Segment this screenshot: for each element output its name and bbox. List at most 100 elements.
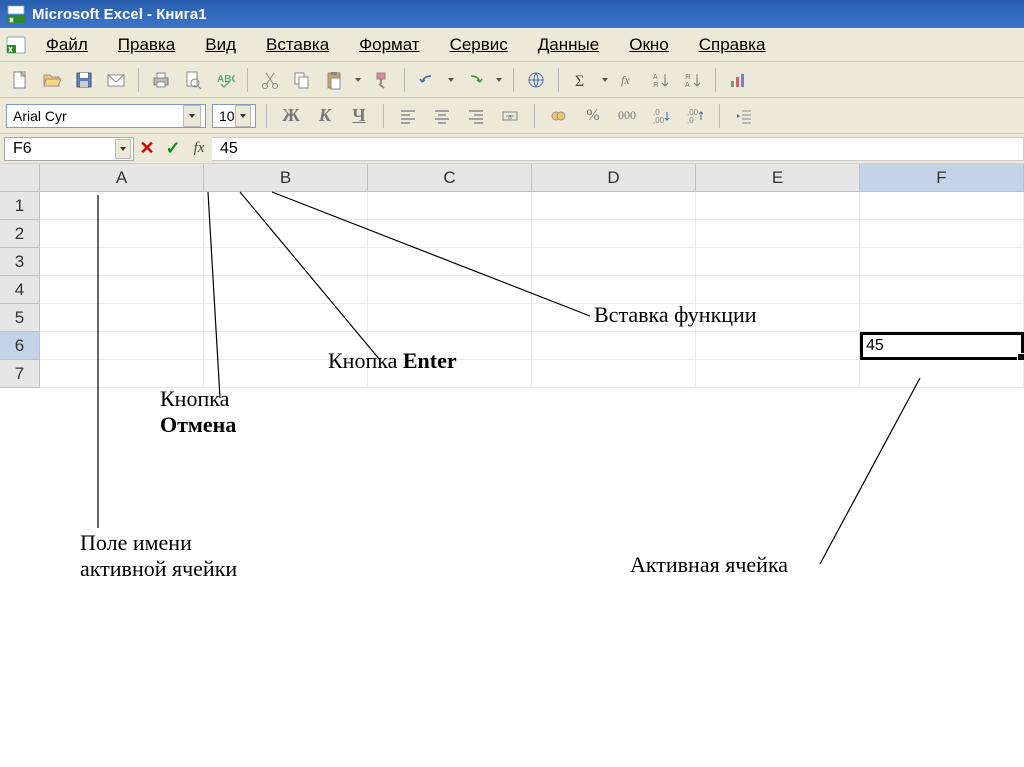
name-box[interactable]: F6 [4,137,134,161]
preview-button[interactable] [179,66,207,94]
menu-file[interactable]: Файл [36,31,98,59]
cell[interactable] [368,192,532,220]
menu-tools[interactable]: Сервис [440,31,518,59]
cell[interactable] [40,276,204,304]
font-select[interactable]: Arial Cyr [6,104,206,128]
menu-format[interactable]: Формат [349,31,429,59]
cell[interactable] [696,332,860,360]
autosum-button[interactable]: Σ [567,66,595,94]
cell[interactable] [532,332,696,360]
cell[interactable] [40,192,204,220]
row-header[interactable]: 4 [0,276,40,304]
paste-button[interactable] [320,66,348,94]
cell[interactable] [532,192,696,220]
cell[interactable] [532,360,696,388]
row-header[interactable]: 7 [0,360,40,388]
format-painter-button[interactable] [368,66,396,94]
paste-dropdown[interactable] [352,66,364,94]
cell[interactable] [532,220,696,248]
cut-button[interactable] [256,66,284,94]
cell[interactable] [40,248,204,276]
new-button[interactable] [6,66,34,94]
column-header[interactable]: D [532,164,696,192]
save-button[interactable] [70,66,98,94]
cell[interactable] [860,360,1024,388]
cell[interactable] [368,276,532,304]
cell[interactable] [696,248,860,276]
cell-active[interactable]: 45 [860,332,1024,360]
menu-edit[interactable]: Правка [108,31,185,59]
copy-button[interactable] [288,66,316,94]
cell[interactable] [696,220,860,248]
underline-button[interactable]: Ч [345,102,373,130]
undo-dropdown[interactable] [445,66,457,94]
cell[interactable] [368,220,532,248]
chart-button[interactable] [724,66,752,94]
insert-function-button[interactable]: fx [186,137,212,161]
increase-decimal-button[interactable]: ,0,00 [647,102,675,130]
decrease-decimal-button[interactable]: ,00,0 [681,102,709,130]
enter-button[interactable]: ✓ [160,137,186,161]
cell[interactable] [860,220,1024,248]
email-button[interactable] [102,66,130,94]
cell[interactable] [696,276,860,304]
undo-button[interactable] [413,66,441,94]
column-header[interactable]: C [368,164,532,192]
align-center-button[interactable] [428,102,456,130]
italic-button[interactable]: К [311,102,339,130]
column-header-active[interactable]: F [860,164,1024,192]
menu-insert[interactable]: Вставка [256,31,339,59]
sort-asc-button[interactable]: АЯ [647,66,675,94]
cell[interactable] [860,276,1024,304]
menu-help[interactable]: Справка [689,31,776,59]
column-header[interactable]: B [204,164,368,192]
menu-view[interactable]: Вид [195,31,246,59]
percent-button[interactable]: % [579,102,607,130]
menu-window[interactable]: Окно [619,31,679,59]
cancel-button[interactable]: ✕ [134,137,160,161]
cell[interactable] [204,276,368,304]
currency-button[interactable] [545,102,573,130]
row-header[interactable]: 3 [0,248,40,276]
cell[interactable] [204,192,368,220]
cell[interactable] [40,360,204,388]
thousands-button[interactable]: 000 [613,102,641,130]
align-right-button[interactable] [462,102,490,130]
open-button[interactable] [38,66,66,94]
bold-button[interactable]: Ж [277,102,305,130]
row-header-active[interactable]: 6 [0,332,40,360]
menu-data[interactable]: Данные [528,31,609,59]
select-all-corner[interactable] [0,164,40,192]
cell[interactable] [860,192,1024,220]
merge-cells-button[interactable]: a [496,102,524,130]
spellcheck-button[interactable]: ABC [211,66,239,94]
cell[interactable] [532,276,696,304]
font-size-select[interactable]: 10 [212,104,256,128]
column-header[interactable]: A [40,164,204,192]
cell[interactable] [696,192,860,220]
sort-desc-button[interactable]: ЯА [679,66,707,94]
align-left-button[interactable] [394,102,422,130]
column-header[interactable]: E [696,164,860,192]
print-button[interactable] [147,66,175,94]
cell[interactable] [532,248,696,276]
cell[interactable] [40,304,204,332]
cell[interactable] [368,304,532,332]
fx-toolbar-button[interactable]: fx [615,66,643,94]
formula-input[interactable]: 45 [212,137,1024,161]
cell[interactable] [204,304,368,332]
redo-button[interactable] [461,66,489,94]
cell[interactable] [40,332,204,360]
cell[interactable] [204,220,368,248]
cell[interactable] [696,360,860,388]
row-header[interactable]: 1 [0,192,40,220]
row-header[interactable]: 5 [0,304,40,332]
cell[interactable] [40,220,204,248]
cell[interactable] [860,248,1024,276]
cell[interactable] [860,304,1024,332]
cell[interactable] [204,248,368,276]
autosum-dropdown[interactable] [599,66,611,94]
row-header[interactable]: 2 [0,220,40,248]
redo-dropdown[interactable] [493,66,505,94]
cell[interactable] [368,248,532,276]
